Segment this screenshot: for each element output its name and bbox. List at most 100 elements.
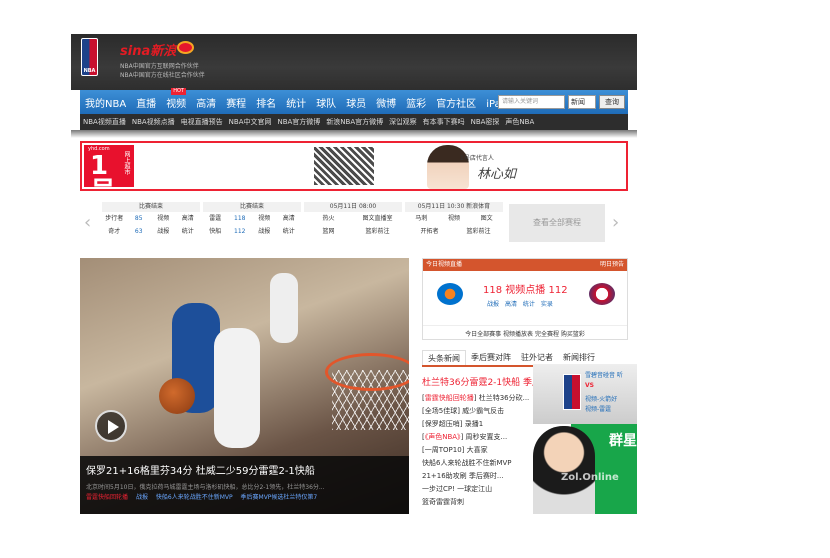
game-link[interactable]: 高清 xyxy=(277,212,302,225)
nav-my-nba[interactable]: 我的NBA xyxy=(80,95,131,110)
ad-tagline: 1号店代言人 xyxy=(460,155,494,162)
feature-title[interactable]: 保罗21+16格里芬34分 杜威二少59分雷霆2-1快船 xyxy=(86,462,315,477)
nav-stats[interactable]: 统计 xyxy=(281,95,311,110)
search-input[interactable]: 请输入关键词 xyxy=(498,95,565,109)
feature-caption: 保罗21+16格里芬34分 杜威二少59分雷霆2-1快船 北京时间5月10日，俄… xyxy=(80,456,409,514)
score-label: 视频点播 xyxy=(505,285,546,296)
ad-graphic xyxy=(314,147,374,185)
game-status: 05月11日 10:30 新浪体育 xyxy=(405,202,503,212)
clippers-logo-icon[interactable] xyxy=(589,283,615,305)
subnav-link[interactable]: NBA密探 xyxy=(468,117,503,127)
nav-video-label: 视频 xyxy=(166,98,187,110)
news-tag: 21+16助攻刷 xyxy=(422,472,467,480)
floating-ad-text[interactable]: 视频-火箭好 xyxy=(585,394,617,403)
subnav-link[interactable]: NBA官方微博 xyxy=(274,117,323,127)
video-link[interactable]: 实录 xyxy=(541,301,553,308)
subnav-link[interactable]: NBA中文官网 xyxy=(226,117,275,127)
header-shadow xyxy=(71,130,637,138)
tomorrow-preview-link[interactable]: 明日预告 xyxy=(600,259,624,271)
nav-lottery[interactable]: 篮彩 xyxy=(401,95,431,110)
game-status: 比赛结束 xyxy=(203,202,301,212)
subnav-link[interactable]: NBA视频直播 xyxy=(80,117,129,127)
watermark: Zol.Online xyxy=(561,472,619,483)
feature-photo[interactable]: 保罗21+16格里芬34分 杜威二少59分雷霆2-1快船 北京时间5月10日，俄… xyxy=(80,258,409,514)
nav-teams[interactable]: 球队 xyxy=(311,95,341,110)
game-link[interactable]: 视频 xyxy=(151,212,176,225)
feature-link[interactable]: 雷霆快船回轮播 xyxy=(86,494,128,501)
nav-players[interactable]: 球员 xyxy=(341,95,371,110)
weibo-icon[interactable] xyxy=(177,41,194,54)
game-link[interactable]: 统计 xyxy=(176,225,201,238)
game-link[interactable]: 战报 xyxy=(151,225,176,238)
news-text: 周秒安置支... xyxy=(465,433,508,441)
video-live-header: 今日视频直播 明日预告 xyxy=(423,259,627,271)
chevron-right-icon[interactable]: › xyxy=(612,212,619,233)
tab-ranking[interactable]: 新闻排行 xyxy=(558,350,600,365)
play-icon[interactable] xyxy=(95,410,127,442)
video-footer-links[interactable]: 今日全部赛事 视频播放表 完全赛程 购买篮彩 xyxy=(423,325,627,338)
game-link[interactable]: 视频 xyxy=(252,212,277,225)
video-link[interactable]: 高清 xyxy=(505,301,517,308)
game-card[interactable]: 比赛结束 雷霆 118 视频 高清 快船 112 战报 统计 xyxy=(203,202,301,244)
subnav-link[interactable]: 有本事下赛吗 xyxy=(420,117,468,127)
search-scope-select[interactable]: 新闻 xyxy=(568,95,596,109)
feature-link[interactable]: 战报 xyxy=(136,494,148,501)
all-games-button[interactable]: 查看全部赛程 xyxy=(509,204,605,242)
sina-logo[interactable]: sina新浪 xyxy=(120,40,176,59)
nav-schedule[interactable]: 赛程 xyxy=(221,95,251,110)
game-status: 比赛结束 xyxy=(102,202,200,212)
team-name: 热火 xyxy=(322,215,335,222)
ad-store-logo: yhd.com 1号店 网上超市 xyxy=(84,145,134,189)
feature-link[interactable]: 快船6人来轮战胜不住新MVP xyxy=(156,494,233,501)
news-text: 一球定江山 xyxy=(457,485,493,493)
tab-headlines[interactable]: 头条新闻 xyxy=(422,350,466,365)
game-link[interactable]: 篮彩前注 xyxy=(454,225,503,238)
game-card[interactable]: 05月11日 10:30 新浪体育 马刺 视频 图文 开拓者 篮彩前注 xyxy=(405,202,503,244)
game-link[interactable]: 高清 xyxy=(176,212,201,225)
nav-video[interactable]: HOT 视频 xyxy=(161,87,191,110)
partner-line-1: NBA中国官方互联网合作伙伴 xyxy=(120,63,199,70)
nba-logo-small xyxy=(563,374,581,410)
game-card[interactable]: 比赛结束 步行者 85 视频 高清 奇才 63 战报 统计 xyxy=(102,202,200,244)
team-name: 雷霆 xyxy=(209,215,222,222)
video-score[interactable]: 118 视频点播 112 xyxy=(483,281,568,296)
subnav-link[interactable]: 声色NBA xyxy=(502,117,537,127)
game-link[interactable]: 图文 xyxy=(470,212,503,225)
game-link[interactable]: 图文直播室 xyxy=(353,212,402,225)
video-link[interactable]: 战报 xyxy=(487,301,499,308)
news-text: 大喜家 xyxy=(466,446,488,454)
nba-logo[interactable]: NBA xyxy=(81,38,98,76)
feature-link[interactable]: 季后赛MVP候选杜兰特仅第7 xyxy=(241,494,318,501)
floating-ad[interactable]: 雪碧音碰音 听 VS 视频-火箭好 视频-雷霆 群星 xyxy=(533,364,637,514)
subnav-link[interactable]: 新浪NBA官方微博 xyxy=(323,117,386,127)
partner-line-2: NBA中国官方在线社区合作伙伴 xyxy=(120,72,205,79)
subnav-link[interactable]: 电视直播预告 xyxy=(178,117,226,127)
game-link[interactable]: 篮彩前注 xyxy=(353,225,402,238)
score-strip: ‹ 比赛结束 步行者 85 视频 高清 奇才 63 战报 统计 比赛结束 雷霆 118 视频 高清… xyxy=(80,202,628,246)
nav-hd[interactable]: 高清 xyxy=(191,95,221,110)
chevron-left-icon[interactable]: ‹ xyxy=(84,212,91,233)
tab-reporters[interactable]: 驻外记者 xyxy=(516,350,558,365)
search-button[interactable]: 查询 xyxy=(599,95,625,109)
game-card[interactable]: 05月11日 08:00 热火 图文直播室 篮网 篮彩前注 xyxy=(304,202,402,244)
nav-live[interactable]: 直播 xyxy=(131,95,161,110)
nav-standings[interactable]: 排名 xyxy=(251,95,281,110)
nav-weibo[interactable]: 微博 xyxy=(371,95,401,110)
thunder-logo-icon[interactable] xyxy=(437,283,463,305)
hot-badge: HOT xyxy=(171,87,186,95)
game-link[interactable]: 统计 xyxy=(277,225,302,238)
tab-playoffs[interactable]: 季后赛对阵 xyxy=(466,350,516,365)
game-link[interactable]: 视频 xyxy=(438,212,471,225)
feature-links: 雷霆快船回轮播 战报 快船6人来轮战胜不住新MVP 季后赛MVP候选杜兰特仅第7 xyxy=(86,492,323,501)
subnav-link[interactable]: 深입观察 xyxy=(386,117,419,127)
floating-ad-vs: VS xyxy=(585,382,594,389)
floating-ad-banner-text: 群星 xyxy=(609,433,637,449)
video-link[interactable]: 统计 xyxy=(523,301,535,308)
ad-banner[interactable]: yhd.com 1号店 网上超市 1号店代言人 林心如 xyxy=(80,141,628,191)
game-link[interactable]: 战报 xyxy=(252,225,277,238)
subnav-link[interactable]: NBA视频点播 xyxy=(129,117,178,127)
nav-community[interactable]: 官方社区 xyxy=(431,95,481,110)
floating-ad-text[interactable]: 雪碧音碰音 听 xyxy=(585,370,623,379)
floating-ad-text[interactable]: 视频-雷霆 xyxy=(585,404,611,413)
score-left: 118 xyxy=(483,285,503,296)
